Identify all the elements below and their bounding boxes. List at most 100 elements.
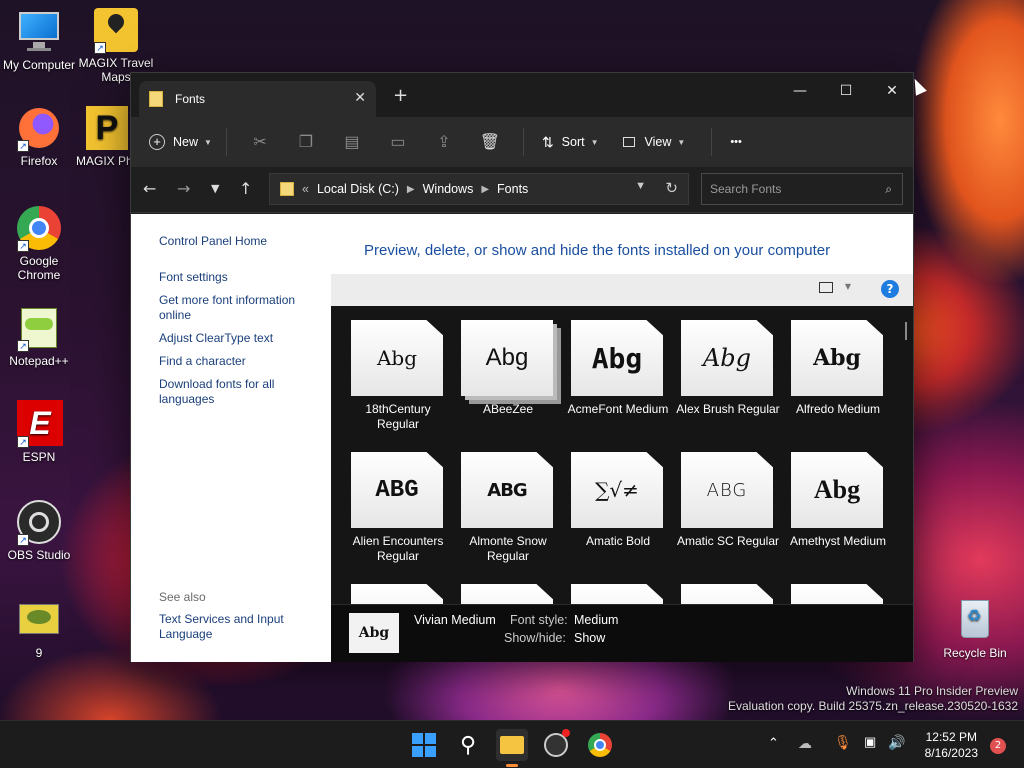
font-preview-icon: Abg	[791, 320, 883, 396]
find-character-link[interactable]: Find a character	[159, 354, 319, 369]
minimize-button[interactable]: —	[777, 77, 823, 105]
font-preview-icon	[571, 584, 663, 604]
text-services-link[interactable]: Text Services and Input Language	[159, 612, 319, 642]
chrome-taskbar-button[interactable]	[584, 729, 616, 761]
desktop-icon-notepadpp[interactable]: ↗ Notepad++	[0, 304, 79, 368]
breadcrumb-fonts[interactable]: Fonts	[497, 182, 528, 196]
font-tile[interactable]	[783, 570, 887, 604]
forward-arrow-icon[interactable]: →	[177, 179, 190, 198]
folder-image-icon	[15, 596, 63, 644]
desktop-icon-obs-studio[interactable]: ↗ OBS Studio	[0, 498, 79, 562]
copy-icon[interactable]: ❐	[283, 126, 329, 158]
address-bar[interactable]: « Local Disk (C:) ▶ Windows ▶ Fonts ▼ ↻	[269, 173, 689, 205]
desktop-icon-firefox[interactable]: ↗ Firefox	[0, 104, 79, 168]
shortcut-arrow-icon: ↗	[17, 340, 29, 352]
delete-icon[interactable]: 🗑	[467, 126, 513, 158]
cleartype-link[interactable]: Adjust ClearType text	[159, 331, 319, 346]
font-preview-icon	[351, 584, 443, 604]
details-pane: Abg Vivian Medium Font style: Medium Sho…	[331, 604, 913, 662]
search-taskbar-button[interactable]: ⚲	[452, 729, 484, 761]
chevron-down-icon[interactable]: ▼	[845, 282, 851, 291]
font-tile[interactable]: ∑√≠ Amatic Bold	[563, 438, 667, 568]
shortcut-arrow-icon: ↗	[17, 240, 29, 252]
font-tile[interactable]: ABG Almonte Snow Regular	[453, 438, 557, 568]
font-tile[interactable]	[673, 570, 777, 604]
network-icon[interactable]: ▣	[864, 734, 876, 750]
search-input[interactable]: Search Fonts ⌕	[701, 173, 903, 205]
breadcrumb-local-disk[interactable]: Local Disk (C:)	[317, 182, 399, 196]
font-tile[interactable]: ABG Alien Encounters Regular	[343, 438, 447, 568]
help-icon[interactable]: ?	[881, 280, 899, 298]
share-icon[interactable]: ⇪	[421, 126, 467, 158]
font-tile[interactable]	[343, 570, 447, 604]
more-font-info-link[interactable]: Get more font information online	[159, 293, 319, 323]
microphone-icon[interactable]: 🎙	[834, 734, 852, 751]
view-button[interactable]: View ▼	[611, 126, 698, 158]
download-fonts-link[interactable]: Download fonts for all languages	[159, 377, 319, 407]
vertical-scrollbar[interactable]	[905, 322, 907, 340]
notification-badge[interactable]: 2	[990, 738, 1006, 754]
taskbar: ⚲ ⌃ ☁ 🎙 ▣ 🔊 12:52 PM 8/16/2023 2	[0, 720, 1024, 768]
show-hidden-icons-icon[interactable]: ⌃	[768, 735, 779, 751]
font-tile[interactable]	[453, 570, 557, 604]
clock-date: 8/16/2023	[924, 746, 978, 760]
desktop-icon-label: Google Chrome	[17, 254, 61, 282]
volume-icon[interactable]: 🔊	[888, 734, 905, 751]
close-window-button[interactable]: ✕	[869, 77, 915, 105]
tab-title: Fonts	[175, 92, 206, 106]
title-bar: Fonts ✕ + — ☐ ✕	[131, 73, 913, 117]
onedrive-icon[interactable]: ☁	[798, 735, 812, 752]
rename-icon[interactable]: ▭	[375, 126, 421, 158]
see-also-heading: See also	[159, 590, 206, 604]
new-tab-button[interactable]: +	[393, 85, 408, 106]
refresh-icon[interactable]: ↻	[665, 179, 678, 197]
close-tab-icon[interactable]: ✕	[354, 89, 366, 106]
start-button[interactable]	[408, 729, 440, 761]
paste-icon[interactable]: ▤	[329, 126, 375, 158]
sort-button[interactable]: ⇅ Sort ▼	[534, 126, 607, 158]
cut-icon[interactable]: ✂	[237, 126, 283, 158]
tab-fonts[interactable]: Fonts ✕	[139, 81, 376, 117]
system-tray: ⌃ ☁ 🎙 ▣ 🔊	[768, 721, 908, 768]
desktop-icon-magix-photostory[interactable]: P MAGIX Photosto	[76, 104, 136, 168]
font-tile[interactable]: ABG Amatic SC Regular	[673, 438, 779, 568]
font-tile[interactable]: Abg Alex Brush Regular	[673, 306, 780, 436]
obs-taskbar-button[interactable]	[540, 729, 572, 761]
change-view-icon[interactable]	[819, 282, 833, 293]
maximize-button[interactable]: ☐	[823, 77, 869, 105]
font-tile[interactable]: Abg Amethyst Medium	[783, 438, 887, 568]
desktop-icon-9[interactable]: 9	[0, 596, 79, 660]
more-options-button[interactable]: •••	[722, 126, 750, 158]
font-family-preview-icon: Abg	[461, 320, 553, 396]
file-explorer-taskbar-button[interactable]	[496, 729, 528, 767]
desktop-icon-my-computer[interactable]: My Computer	[0, 8, 79, 72]
font-name: Amethyst Medium	[789, 534, 887, 548]
watermark-line-2: Evaluation copy. Build 25375.zn_release.…	[728, 699, 1018, 713]
up-arrow-icon[interactable]: ↑	[239, 179, 252, 198]
breadcrumb-windows[interactable]: Windows	[423, 182, 474, 196]
font-settings-link[interactable]: Font settings	[159, 270, 319, 285]
chevron-down-icon: ▼	[590, 137, 599, 147]
font-tile[interactable]: Abg 18thCentury Regular	[343, 306, 447, 436]
desktop-icon-label: MAGIX Photosto	[76, 154, 136, 168]
font-style-label: Font style:	[510, 613, 568, 627]
font-tile[interactable]: Abg ABeeZee	[453, 306, 557, 436]
desktop-icon-recycle-bin[interactable]: ♻ Recycle Bin	[935, 596, 1015, 660]
font-name: Alex Brush Regular	[676, 402, 780, 416]
address-overflow[interactable]: «	[302, 182, 309, 196]
desktop-icon-label: ESPN	[22, 450, 56, 464]
control-panel-home-link[interactable]: Control Panel Home	[159, 234, 319, 249]
desktop-icon-espn[interactable]: E ↗ ESPN	[0, 400, 79, 464]
clock[interactable]: 12:52 PM 8/16/2023	[925, 729, 978, 761]
desktop-icon-google-chrome[interactable]: ↗ Google Chrome	[0, 204, 79, 282]
recent-locations-icon[interactable]: ▼	[211, 182, 219, 195]
new-button[interactable]: + New ▼	[149, 126, 212, 158]
address-dropdown-icon[interactable]: ▼	[635, 180, 646, 192]
font-tile[interactable]: Abg AcmeFont Medium	[563, 306, 668, 436]
chevron-right-icon: ▶	[406, 183, 415, 195]
font-tile[interactable]: Abg Alfredo Medium	[783, 306, 887, 436]
font-tile[interactable]	[563, 570, 667, 604]
more-icon: •••	[730, 136, 742, 148]
back-arrow-icon[interactable]: ←	[143, 179, 156, 198]
desktop-icon-label: Recycle Bin	[943, 646, 1007, 660]
